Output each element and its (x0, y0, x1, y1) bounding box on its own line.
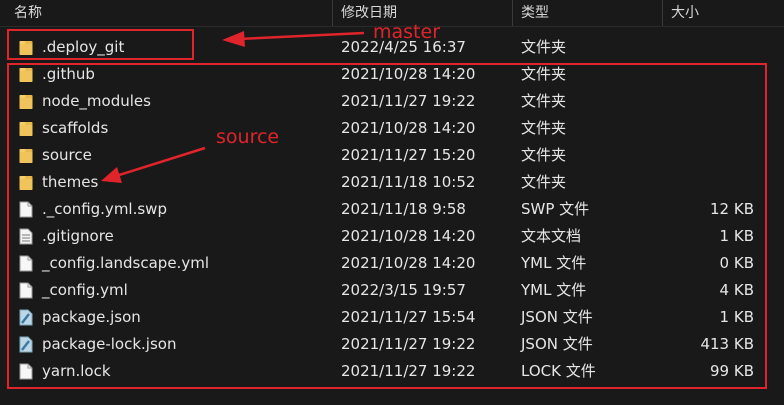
annotation-arrows (101, 31, 365, 183)
source-arrow (101, 146, 206, 183)
master-arrow (222, 31, 365, 47)
